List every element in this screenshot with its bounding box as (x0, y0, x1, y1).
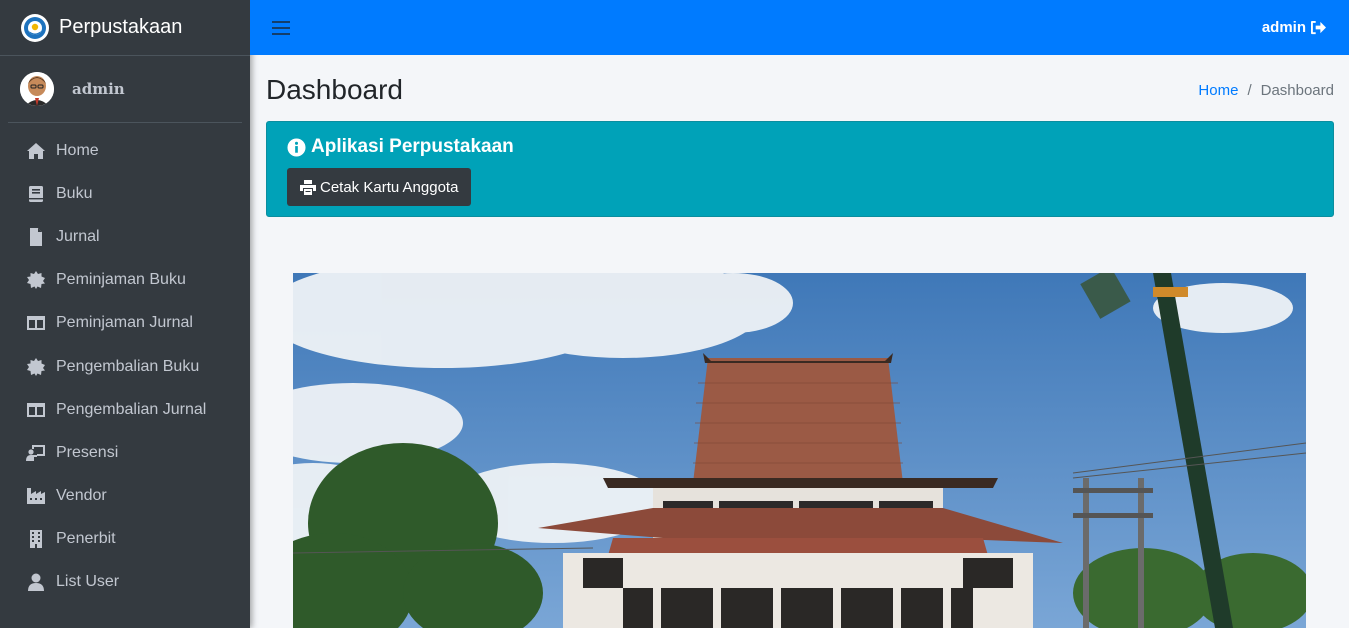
content-header: Dashboard Home / Dashboard (266, 70, 1334, 110)
sidebar-item-label: Peminjaman Jurnal (56, 314, 193, 332)
breadcrumb-home-link[interactable]: Home (1198, 82, 1238, 99)
columns-icon (26, 400, 48, 420)
print-member-card-button[interactable]: Cetak Kartu Anggota (287, 168, 472, 206)
tut-wuri-logo-icon (21, 13, 49, 42)
home-icon (26, 141, 48, 161)
sidebar-item-buku[interactable]: Buku (0, 172, 250, 215)
info-circle-icon (287, 137, 306, 157)
sign-out-icon (1311, 20, 1326, 35)
sidebar-item-peminjaman-jurnal[interactable]: Peminjaman Jurnal (0, 302, 250, 345)
sidebar-item-label: Pengembalian Buku (56, 357, 200, 375)
brand-name: Perpustakaan (59, 16, 183, 38)
breadcrumb-current: Dashboard (1260, 81, 1334, 99)
info-callout: Aplikasi Perpustakaan Cetak Kartu Anggot… (266, 121, 1334, 217)
sidebar-item-home[interactable]: Home (0, 129, 250, 172)
header-user-label: admin (1261, 19, 1306, 36)
sidebar-item-label: Jurnal (56, 227, 100, 245)
brand-link[interactable]: Perpustakaan (0, 0, 250, 56)
logout-link[interactable]: admin (1262, 19, 1327, 36)
sidebar-item-vendor[interactable]: Vendor (0, 475, 250, 518)
sidebar-item-label: List User (56, 573, 120, 591)
gear-icon (26, 357, 48, 377)
user-avatar-icon (20, 72, 54, 106)
building-icon (26, 529, 48, 549)
callout-title-text: Aplikasi Perpustakaan (311, 136, 514, 157)
book-icon (26, 184, 48, 204)
columns-icon (26, 313, 48, 333)
user-panel[interactable]: admin (8, 56, 242, 123)
top-navbar: admin (250, 0, 1349, 55)
sidebar-item-label: Buku (56, 184, 93, 202)
user-icon (26, 572, 48, 592)
sidebar-item-list-user[interactable]: List User (0, 561, 250, 604)
page-title: Dashboard (266, 74, 403, 105)
sidebar-item-label: Pengembalian Jurnal (56, 400, 207, 418)
print-button-label: Cetak Kartu Anggota (320, 178, 459, 196)
sidebar-item-jurnal[interactable]: Jurnal (0, 215, 250, 258)
sidebar-item-pengembalian-jurnal[interactable]: Pengembalian Jurnal (0, 388, 250, 431)
hamburger-menu-icon[interactable] (272, 21, 290, 35)
sidebar-item-label: Home (56, 141, 99, 159)
file-icon (26, 227, 48, 247)
library-building-photo (293, 273, 1306, 628)
sidebar-item-label: Vendor (56, 487, 107, 505)
sidebar-item-label: Presensi (56, 443, 119, 461)
industry-icon (26, 486, 48, 506)
sidebar-item-pengembalian-buku[interactable]: Pengembalian Buku (0, 345, 250, 388)
breadcrumb-separator: / (1247, 81, 1252, 99)
sidebar-nav: Home Buku Jurnal Peminjaman Buku Peminja… (0, 123, 250, 604)
callout-title: Aplikasi Perpustakaan (287, 136, 1313, 158)
chalkboard-teacher-icon (26, 443, 48, 463)
breadcrumb: Home / Dashboard (1198, 82, 1334, 99)
gear-icon (26, 270, 48, 290)
sidebar-item-peminjaman-buku[interactable]: Peminjaman Buku (0, 259, 250, 302)
sidebar: Perpustakaan admin Home Buku Jurnal Pemi… (0, 0, 250, 628)
sidebar-item-penerbit[interactable]: Penerbit (0, 518, 250, 561)
print-icon (300, 179, 316, 195)
user-name: admin (72, 80, 125, 98)
sidebar-item-presensi[interactable]: Presensi (0, 431, 250, 474)
sidebar-item-label: Peminjaman Buku (56, 271, 186, 289)
sidebar-item-label: Penerbit (56, 530, 116, 548)
